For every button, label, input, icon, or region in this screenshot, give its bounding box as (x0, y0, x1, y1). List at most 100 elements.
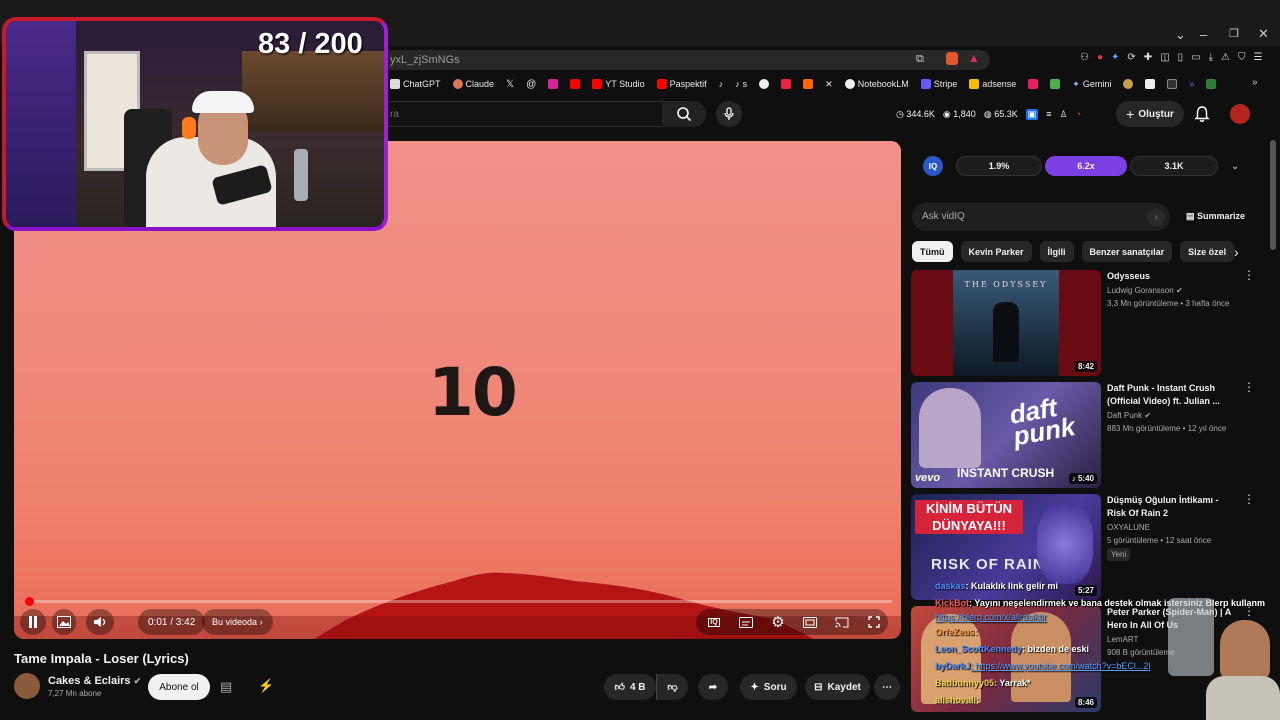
chip-related[interactable]: İlgili (1039, 241, 1074, 262)
bookmark-notebooklm[interactable]: NotebookLM (844, 79, 909, 89)
vidiq-player-button[interactable]: IQ (704, 609, 724, 635)
ask-send-button[interactable]: › (1147, 208, 1165, 226)
bookmark-icon[interactable] (1145, 79, 1156, 89)
bookmark-chatgpt[interactable]: ChatGPT (390, 79, 441, 89)
subscribe-button[interactable]: Abone ol (148, 674, 210, 700)
vidiq-metric[interactable]: 1.9% (956, 156, 1042, 176)
bookmark-icon[interactable]: » (1189, 79, 1194, 89)
download-icon[interactable]: ⤓ (1209, 52, 1213, 63)
settings-button[interactable]: ⚙ (768, 609, 788, 635)
scrollbar-thumb[interactable] (1270, 140, 1276, 250)
bookmark-youtube[interactable] (570, 79, 581, 89)
bookmark-instagram[interactable] (548, 79, 559, 89)
more-actions-button[interactable]: ⋯ (874, 674, 900, 700)
like-button[interactable]: 👍︎ 4 B (604, 674, 656, 700)
bookmark-threads[interactable]: @ (526, 79, 536, 90)
miniplayer-button[interactable] (52, 609, 76, 635)
voice-search-button[interactable] (716, 101, 742, 127)
wallet-icon[interactable]: ▭ (1191, 52, 1200, 63)
ask-button[interactable]: ✦ Soru (740, 674, 797, 700)
bookmark-icon[interactable] (1050, 79, 1061, 89)
bookmark-icon[interactable] (759, 79, 770, 89)
bookmark-x[interactable]: 𝕏 (506, 79, 514, 90)
bookmark-icon[interactable]: ✕ (825, 79, 833, 90)
puzzle-icon[interactable]: ✚ (1144, 52, 1152, 63)
channel-name[interactable]: Cakes & Eclairs ✔ (48, 675, 141, 687)
dislike-button[interactable]: 👎︎ (656, 674, 688, 700)
trophy-icon[interactable]: ♙ (1060, 109, 1068, 120)
search-button[interactable] (662, 101, 706, 127)
notification-extension-icon[interactable]: ◔ (1076, 109, 1081, 120)
recommendation-item[interactable]: THE ODYSSEY 8:42 Odysseus Ludwig Goranss… (911, 269, 1261, 376)
brave-shield-icon[interactable] (946, 52, 958, 65)
bookmark-icon[interactable] (1028, 79, 1039, 89)
thumbnail-face (919, 388, 981, 468)
bookmark-paspektif[interactable]: Paspektif (656, 79, 707, 89)
bookmark-claude[interactable]: Claude (452, 79, 494, 89)
bookmark-yt-studio[interactable]: YT Studio (592, 79, 645, 89)
bookmark-icon[interactable] (1206, 79, 1217, 89)
recommendation-item[interactable]: daft punk INSTANT CRUSH vevo ♪ 5:40 Daft… (911, 381, 1261, 488)
open-in-app-icon[interactable]: ⧉ (916, 53, 924, 66)
bookmark-tiktok[interactable]: ♪ (719, 79, 724, 89)
chapter-button[interactable]: Bu videoda › (202, 609, 273, 635)
channel-avatar[interactable] (14, 673, 40, 699)
chip-for-you[interactable]: Size özel (1180, 241, 1235, 262)
extension-icon[interactable]: ● (1097, 52, 1103, 63)
lightning-icon[interactable]: ⚡ (258, 678, 274, 694)
fullscreen-button[interactable] (864, 609, 884, 635)
bookmark-icon[interactable] (781, 79, 792, 89)
bookmark-gemini[interactable]: ✦ Gemini (1072, 79, 1111, 90)
more-options-icon[interactable]: ⋮ (1243, 493, 1255, 505)
bookmark-stripe[interactable]: Stripe (920, 79, 957, 89)
account-avatar[interactable] (1230, 104, 1250, 124)
more-options-icon[interactable]: ⋮ (1243, 381, 1255, 393)
video-thumbnail[interactable]: daft punk INSTANT CRUSH vevo ♪ 5:40 (911, 382, 1101, 488)
brave-rewards-icon[interactable]: ▲ (968, 51, 980, 65)
bookmark-icon[interactable] (1123, 79, 1134, 89)
menu-icon[interactable]: ☰ (1254, 52, 1263, 63)
vidiq-icon[interactable]: ▣ (1025, 109, 1039, 120)
summarize-button[interactable]: ▤ Summarize (1186, 211, 1245, 222)
tab-list-icon[interactable]: ⌄ (1175, 27, 1186, 43)
bookmark-tiktok-s[interactable]: ♪ s (735, 79, 747, 89)
more-options-icon[interactable]: ⋮ (1243, 269, 1255, 281)
address-bar[interactable] (380, 50, 990, 70)
progress-scrubber[interactable] (25, 597, 34, 606)
more-bookmarks-icon[interactable]: » (1252, 77, 1258, 88)
notifications-button[interactable] (1193, 105, 1211, 128)
save-button[interactable]: ⊟ Kaydet (805, 674, 870, 700)
chip-similar-artists[interactable]: Benzer sanatçılar (1081, 241, 1173, 262)
pause-button[interactable] (20, 609, 46, 635)
subtitles-button[interactable] (736, 609, 756, 635)
close-icon[interactable]: ✕ (1258, 26, 1269, 42)
restore-icon[interactable]: ❐ (1229, 27, 1239, 40)
search-input[interactable] (380, 101, 662, 127)
vidiq-metric-highlight[interactable]: 6.2x (1045, 156, 1127, 176)
list-icon[interactable]: ≡ (1046, 109, 1051, 120)
chip-all[interactable]: Tümü (912, 241, 953, 262)
create-button[interactable]: + Oluştur (1116, 101, 1184, 127)
cast-button[interactable] (832, 609, 852, 635)
brave-news-icon[interactable]: ⚠ (1221, 52, 1230, 63)
chip-kevin-parker[interactable]: Kevin Parker (960, 241, 1032, 262)
theater-mode-button[interactable] (800, 609, 820, 635)
progress-bar[interactable] (26, 600, 892, 603)
chevron-down-icon[interactable]: ⌄ (1228, 156, 1242, 176)
bookmark-adsense[interactable]: adsense (969, 79, 1016, 89)
sidebar-icon[interactable]: ▯ (1178, 52, 1184, 63)
extension-icon[interactable]: ◫ (1160, 52, 1169, 63)
extension-icon[interactable]: ⟳ (1127, 52, 1135, 63)
share-button[interactable]: ➦ (698, 674, 728, 700)
bookmark-icon[interactable] (803, 79, 814, 89)
transcript-icon[interactable]: ▤ (220, 679, 232, 695)
extension-icon[interactable]: ✦ (1111, 52, 1119, 63)
video-thumbnail[interactable]: THE ODYSSEY 8:42 (911, 270, 1101, 376)
bookmark-icon[interactable] (1167, 79, 1178, 89)
settings-icon[interactable]: ⛉ (1238, 52, 1246, 63)
chips-next-icon[interactable]: › (1234, 244, 1239, 260)
vidiq-metric[interactable]: 3.1K (1130, 156, 1218, 176)
minimize-icon[interactable]: – (1200, 27, 1207, 42)
extension-icon[interactable]: ⚇ (1080, 52, 1089, 63)
volume-button[interactable] (86, 609, 114, 635)
